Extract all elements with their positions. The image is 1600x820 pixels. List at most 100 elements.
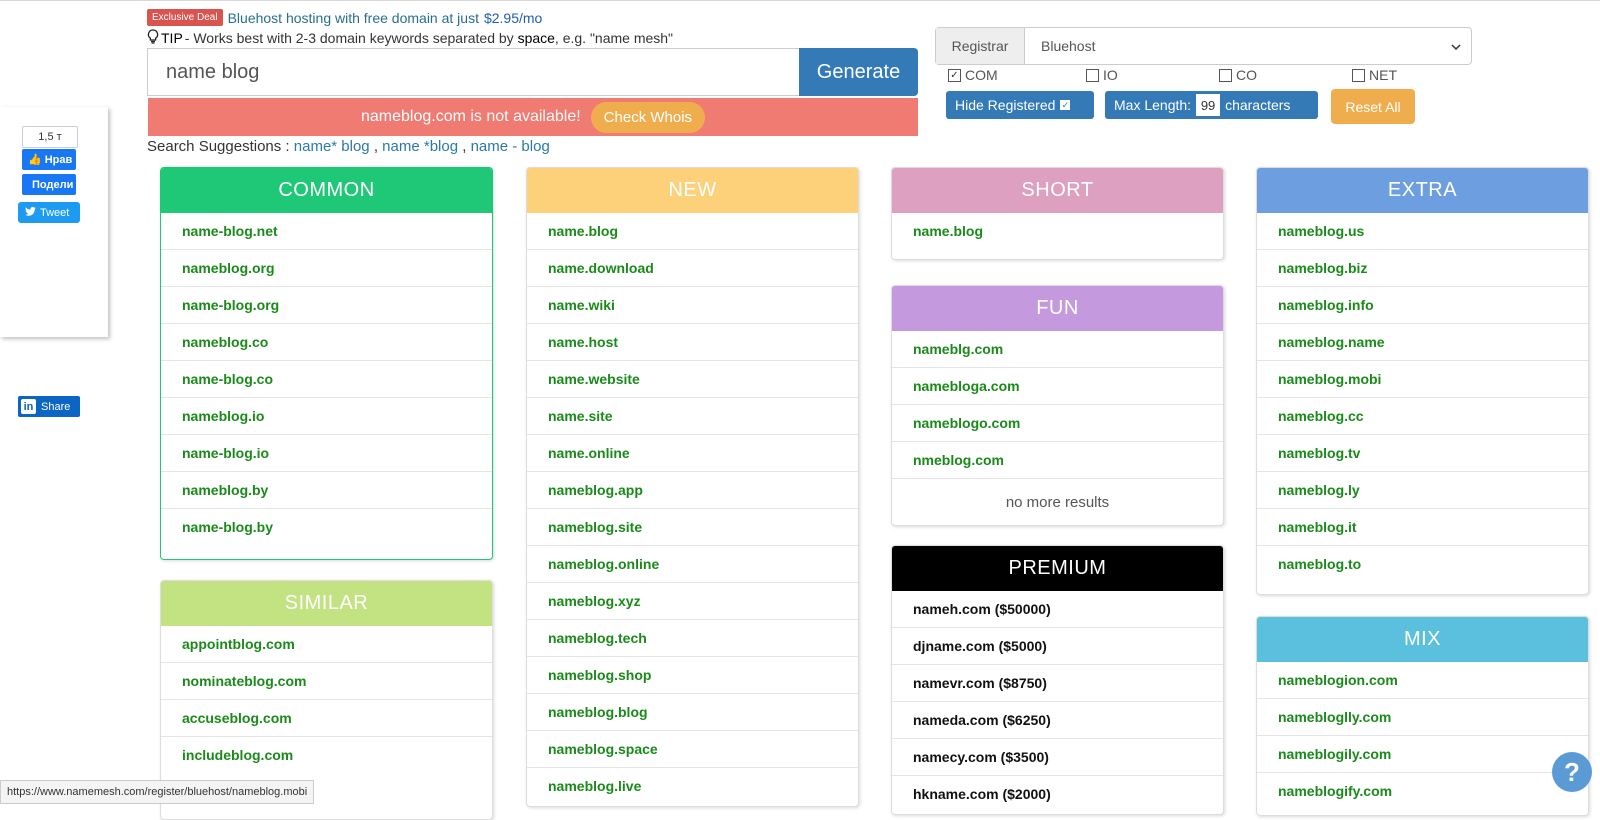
suggestion-link[interactable]: name *blog xyxy=(382,138,458,155)
domain-result-link[interactable]: nameblog.co xyxy=(161,324,492,361)
max-length-control: Max Length: 99 characters xyxy=(1105,91,1318,119)
tld-co-checkbox[interactable]: CO xyxy=(1219,67,1257,83)
domain-result-link[interactable]: nameblog.info xyxy=(1257,287,1588,324)
panel-title: COMMON xyxy=(161,168,492,213)
domain-result-link[interactable]: nameblog.ly xyxy=(1257,472,1588,509)
domain-result-link[interactable]: name.host xyxy=(527,324,858,361)
domain-result-link[interactable]: nameblog.it xyxy=(1257,509,1588,546)
domain-result-link[interactable]: nameblog.to xyxy=(1257,546,1588,582)
domain-result-link[interactable]: includeblog.com xyxy=(161,737,492,773)
domain-result-link[interactable]: nameblog.name xyxy=(1257,324,1588,361)
panel-fun: FUN nameblg.com namebloga.com nameblogo.co… xyxy=(891,285,1224,526)
domain-result-link[interactable]: name-blog.net xyxy=(161,213,492,250)
promo-price[interactable]: $2.95/mo xyxy=(484,10,542,26)
panel-extra: EXTRA nameblog.us nameblog.biz nameblog.in… xyxy=(1256,167,1589,595)
domain-result-link[interactable]: nameblog.cc xyxy=(1257,398,1588,435)
domain-list: name-blog.net nameblog.org name-blog.org na… xyxy=(161,213,492,545)
twitter-bird-icon xyxy=(25,206,36,219)
domain-result-link[interactable]: nameblog.site xyxy=(527,509,858,546)
domain-result-link[interactable]: nameblog.mobi xyxy=(1257,361,1588,398)
facebook-like-count: 1,5 т xyxy=(22,126,78,148)
linkedin-share-button[interactable]: in Share xyxy=(18,396,80,417)
domain-result-link[interactable]: nameblog.app xyxy=(527,472,858,509)
domain-result-link[interactable]: nameda.com ($6250) xyxy=(892,702,1223,739)
question-icon[interactable]: ? xyxy=(1552,752,1592,792)
domain-result-link[interactable]: nameblog.live xyxy=(527,768,858,804)
domain-result-link[interactable]: name.blog xyxy=(527,213,858,250)
max-length-input[interactable]: 99 xyxy=(1196,94,1221,116)
domain-result-link[interactable]: name.website xyxy=(527,361,858,398)
domain-result-link[interactable]: nameblog.shop xyxy=(527,657,858,694)
tld-net-checkbox[interactable]: NET xyxy=(1352,67,1397,83)
domain-result-link[interactable]: namebloga.com xyxy=(892,368,1223,405)
domain-list: nameblg.com namebloga.com nameblogo.com nme… xyxy=(892,331,1223,479)
hide-registered-toggle[interactable]: Hide Registered ✓ xyxy=(946,91,1094,119)
panel-mix: MIX nameblogion.com namebloglly.com namebl… xyxy=(1256,616,1589,816)
domain-result-link[interactable]: name-blog.by xyxy=(161,509,492,545)
domain-result-link[interactable]: name.site xyxy=(527,398,858,435)
domain-result-link[interactable]: nameblogo.com xyxy=(892,405,1223,442)
domain-result-link[interactable]: name-blog.org xyxy=(161,287,492,324)
tip-text: - Works best with 2-3 domain keywords se… xyxy=(184,30,674,46)
registrar-value: Bluehost xyxy=(1041,38,1096,54)
domain-result-link[interactable]: appointblog.com xyxy=(161,626,492,663)
tip-label: TIP xyxy=(161,30,183,46)
domain-result-link[interactable]: name-blog.co xyxy=(161,361,492,398)
reset-all-button[interactable]: Reset All xyxy=(1331,89,1415,124)
domain-result-link[interactable]: nameblogify.com xyxy=(1257,773,1588,809)
domain-result-link[interactable]: nameblog.biz xyxy=(1257,250,1588,287)
suggestions-label: Search Suggestions : xyxy=(147,138,294,155)
registrar-select[interactable]: Registrar Bluehost xyxy=(935,27,1472,65)
domain-result-link[interactable]: nameblog.xyz xyxy=(527,583,858,620)
promo-link[interactable]: Bluehost hosting with free domain at jus… xyxy=(228,10,479,26)
domain-result-link[interactable]: nameh.com ($50000) xyxy=(892,591,1223,628)
domain-result-link[interactable]: nameblog.online xyxy=(527,546,858,583)
domain-result-link[interactable]: nameblog.io xyxy=(161,398,492,435)
search-bar: name blog Generate xyxy=(147,48,918,96)
domain-result-link[interactable]: nameblog.us xyxy=(1257,213,1588,250)
domain-result-link[interactable]: nameblog.org xyxy=(161,250,492,287)
panel-title: FUN xyxy=(892,286,1223,331)
domain-result-link[interactable]: nameblog.tech xyxy=(527,620,858,657)
domain-result-link[interactable]: namevr.com ($8750) xyxy=(892,665,1223,702)
domain-list: name.blog name.download name.wiki name.host… xyxy=(527,213,858,804)
suggestion-link[interactable]: name - blog xyxy=(471,138,550,155)
promo-bar[interactable]: Exclusive Deal Bluehost hosting with fre… xyxy=(147,9,542,26)
domain-result-link[interactable]: hkname.com ($2000) xyxy=(892,776,1223,812)
generate-button[interactable]: Generate xyxy=(799,48,918,96)
availability-banner: nameblog.com is not available! Check Who… xyxy=(148,98,918,136)
chevron-down-icon xyxy=(1451,38,1461,54)
tld-label: CO xyxy=(1236,67,1257,83)
suggestion-link[interactable]: name* blog xyxy=(294,138,370,155)
domain-result-link[interactable]: name-blog.io xyxy=(161,435,492,472)
domain-list: appointblog.com nominateblog.com accuseblo… xyxy=(161,626,492,773)
domain-result-link[interactable]: name.wiki xyxy=(527,287,858,324)
domain-result-link[interactable]: name.download xyxy=(527,250,858,287)
domain-result-link[interactable]: nameblogion.com xyxy=(1257,662,1588,699)
domain-result-link[interactable]: namebloglly.com xyxy=(1257,699,1588,736)
tweet-button[interactable]: Tweet xyxy=(18,202,80,223)
domain-result-link[interactable]: name.blog xyxy=(892,213,1223,249)
domain-result-link[interactable]: nameblogily.com xyxy=(1257,736,1588,773)
domain-result-link[interactable]: nameblog.blog xyxy=(527,694,858,731)
domain-result-link[interactable]: nameblog.space xyxy=(527,731,858,768)
domain-result-link[interactable]: nameblg.com xyxy=(892,331,1223,368)
facebook-share-button[interactable]: Подели xyxy=(22,174,76,195)
check-whois-button[interactable]: Check Whois xyxy=(590,101,706,133)
domain-result-link[interactable]: nameblog.tv xyxy=(1257,435,1588,472)
domain-result-link[interactable]: nameblog.by xyxy=(161,472,492,509)
domain-result-link[interactable]: djname.com ($5000) xyxy=(892,628,1223,665)
registrar-label: Registrar xyxy=(936,28,1025,64)
domain-result-link[interactable]: name.online xyxy=(527,435,858,472)
panel-title: SHORT xyxy=(892,168,1223,213)
domain-result-link[interactable]: nmeblog.com xyxy=(892,442,1223,478)
domain-result-link[interactable]: namecy.com ($3500) xyxy=(892,739,1223,776)
domain-result-link[interactable]: accuseblog.com xyxy=(161,700,492,737)
facebook-like-button[interactable]: 👍 Нрав xyxy=(22,149,76,170)
tip-line: TIP - Works best with 2-3 domain keyword… xyxy=(147,29,673,47)
registrar-dropdown[interactable]: Bluehost xyxy=(1025,28,1471,64)
tld-com-checkbox[interactable]: ✓ COM xyxy=(948,67,998,83)
tld-io-checkbox[interactable]: IO xyxy=(1086,67,1118,83)
search-input[interactable]: name blog xyxy=(147,48,799,96)
domain-result-link[interactable]: nominateblog.com xyxy=(161,663,492,700)
